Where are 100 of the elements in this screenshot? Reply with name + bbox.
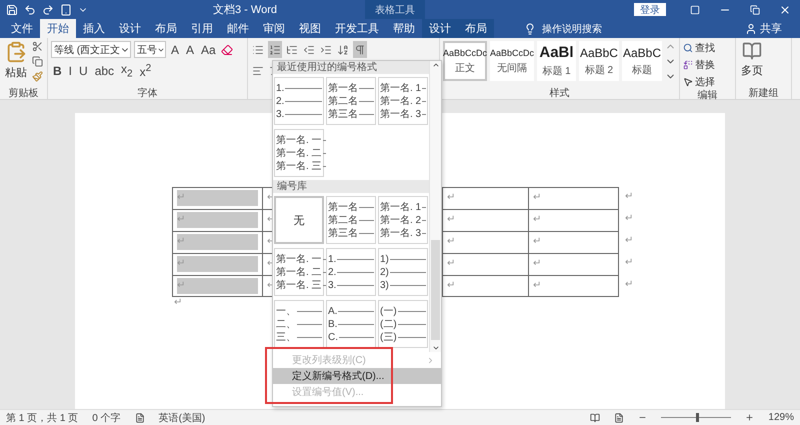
scroll-up-icon[interactable]	[432, 61, 440, 69]
group-label: 编辑	[696, 88, 718, 101]
font-tool-button[interactable]: x$^{2}$	[138, 62, 154, 79]
style-gallery-item[interactable]: AaBl 标题 1	[537, 41, 576, 81]
cut-icon[interactable]	[32, 41, 43, 52]
touch-mode-icon[interactable]	[60, 4, 72, 16]
redo-icon[interactable]	[42, 4, 54, 16]
numbered-list-icon	[269, 44, 281, 56]
group-label: 样式	[548, 86, 570, 99]
ribbon-tab[interactable]: 设计	[422, 19, 458, 38]
save-icon[interactable]	[6, 4, 18, 16]
numbering-format-tile[interactable]: 无	[274, 196, 324, 244]
cell-mark: ↵	[533, 257, 542, 271]
word-count[interactable]: 0 个字	[92, 410, 121, 424]
numbering-sample: 第一名. 2	[380, 214, 426, 226]
share-button[interactable]: 共享	[739, 19, 788, 38]
ribbon-tab[interactable]: 视图	[292, 19, 328, 38]
font-tool-button[interactable]: I	[66, 62, 74, 79]
paste-button[interactable]: 粘贴	[3, 41, 29, 86]
undo-icon[interactable]	[24, 4, 36, 16]
zoom-thumb[interactable]	[696, 413, 700, 422]
cell-mark: ↵	[177, 234, 258, 250]
menu-item[interactable]: 定义新编号格式(D)...	[273, 368, 441, 384]
numbering-format-tile[interactable]: 一、 二、 三、	[274, 300, 324, 348]
clipboard-icon	[5, 41, 27, 63]
row-end-mark: ↵	[624, 278, 634, 292]
restore-icon[interactable]	[750, 4, 760, 14]
scrollbar-thumb[interactable]	[431, 240, 440, 340]
ribbon-tab[interactable]: 布局	[458, 19, 494, 38]
ribbon-tab[interactable]: 开始	[40, 19, 76, 38]
ribbon-tab[interactable]: 引用	[184, 19, 220, 38]
ribbon-tab[interactable]: 文件	[4, 19, 40, 38]
cell-mark: ↵	[177, 190, 258, 206]
show-marks-button[interactable]	[353, 41, 367, 58]
ribbon-tab[interactable]: 开发工具	[328, 19, 386, 38]
numbering-sample: 第一名	[328, 82, 374, 94]
numbering-format-tile[interactable]: 1) 2) 3)	[378, 248, 428, 296]
numbering-format-tile[interactable]: (一) (二) (三)	[378, 300, 428, 348]
numbering-sample: (二)	[380, 318, 426, 330]
numbering-button[interactable]	[268, 41, 282, 58]
cell-mark: ↵	[447, 213, 456, 227]
ribbon-tab[interactable]: 审阅	[256, 19, 292, 38]
numbering-format-tile[interactable]: 第一名. 1 第一名. 2 第一名. 3	[378, 77, 428, 125]
eraser-icon[interactable]	[220, 44, 233, 56]
style-gallery-item[interactable]: AaBbC 标题 2	[578, 41, 619, 81]
ribbon-display-icon[interactable]	[690, 4, 700, 14]
numbering-sample: 3.	[276, 108, 322, 120]
print-layout-icon[interactable]	[614, 412, 624, 422]
zoom-in-icon[interactable]	[745, 413, 754, 422]
language[interactable]: 英语(美国)	[158, 410, 206, 424]
scrollbar[interactable]	[429, 61, 441, 352]
numbering-format-tile[interactable]: 第一名 第二名 第三名	[326, 77, 376, 125]
editing-button[interactable]: 选择	[683, 75, 715, 88]
font-tool-button[interactable]: abc	[92, 62, 116, 79]
font-name-select[interactable]: 等线 (西文正文	[51, 41, 131, 58]
ribbon-tab[interactable]: 设计	[112, 19, 148, 38]
font-tool-button[interactable]: Aa	[199, 41, 218, 58]
ribbon-tab[interactable]: 邮件	[220, 19, 256, 38]
close-icon[interactable]	[779, 4, 791, 16]
numbering-format-tile[interactable]: 第一名. 一 第一名. 二 第一名. 三	[274, 129, 324, 177]
numbering-sample: 第一名. 3	[380, 108, 426, 120]
proofing-icon[interactable]	[134, 412, 145, 422]
font-tool-button[interactable]: A	[169, 41, 182, 58]
numbering-format-tile[interactable]: 第一名. 1 第一名. 2 第一名. 3	[378, 196, 428, 244]
zoom-level[interactable]: 129%	[768, 412, 794, 423]
copy-icon[interactable]	[32, 56, 43, 67]
paragraph-mark: ↵	[174, 297, 184, 308]
multi-page-button[interactable]: 多页	[739, 41, 765, 86]
font-tool-button[interactable]: U	[77, 62, 90, 79]
numbering-sample: 第二名	[328, 214, 374, 226]
login-button[interactable]: 登录	[634, 3, 666, 16]
format-painter-icon[interactable]	[32, 71, 43, 82]
numbering-format-tile[interactable]: 1. 2. 3.	[274, 77, 324, 125]
row-end-mark: ↵	[624, 256, 634, 270]
ribbon-tab[interactable]: 布局	[148, 19, 184, 38]
numbering-sample: A.	[328, 306, 374, 316]
numbering-format-tile[interactable]: 第一名. 一 第一名. 二 第一名. 三	[274, 248, 324, 296]
style-gallery-item[interactable]: AaBbCcDc 正文	[443, 41, 487, 81]
row-end-mark: ↵	[624, 190, 634, 204]
numbering-sample: (一)	[380, 306, 426, 316]
page-count[interactable]: 第 1 页，共 1 页	[6, 410, 78, 424]
numbering-sample: 第三名	[328, 228, 374, 238]
font-tool-button[interactable]: B	[51, 62, 64, 79]
ribbon-tab[interactable]: 插入	[76, 19, 112, 38]
numbering-format-tile[interactable]: 1. 2. 3.	[326, 248, 376, 296]
read-mode-icon[interactable]	[590, 412, 600, 422]
scroll-down-icon[interactable]	[432, 344, 440, 352]
numbering-format-tile[interactable]: A. B. C.	[326, 300, 376, 348]
style-gallery-item[interactable]: AaBbC 标题	[622, 41, 662, 81]
multilevel-list-icon	[286, 44, 298, 56]
ribbon-tab[interactable]: 帮助	[386, 19, 422, 38]
font-tool-button[interactable]: x$_{2}$	[119, 62, 135, 79]
tell-me-search[interactable]: 操作说明搜索	[518, 19, 608, 38]
font-size-select[interactable]: 五号	[134, 41, 166, 58]
editing-button[interactable]: 替换	[683, 58, 715, 71]
numbering-format-tile[interactable]: 第一名 第二名 第三名	[326, 196, 376, 244]
cell-mark: ↵	[177, 256, 258, 272]
style-gallery-item[interactable]: AaBbCcDc 无间隔	[490, 41, 534, 81]
font-tool-button[interactable]: A	[184, 41, 196, 58]
editing-button[interactable]: 查找	[683, 41, 715, 54]
